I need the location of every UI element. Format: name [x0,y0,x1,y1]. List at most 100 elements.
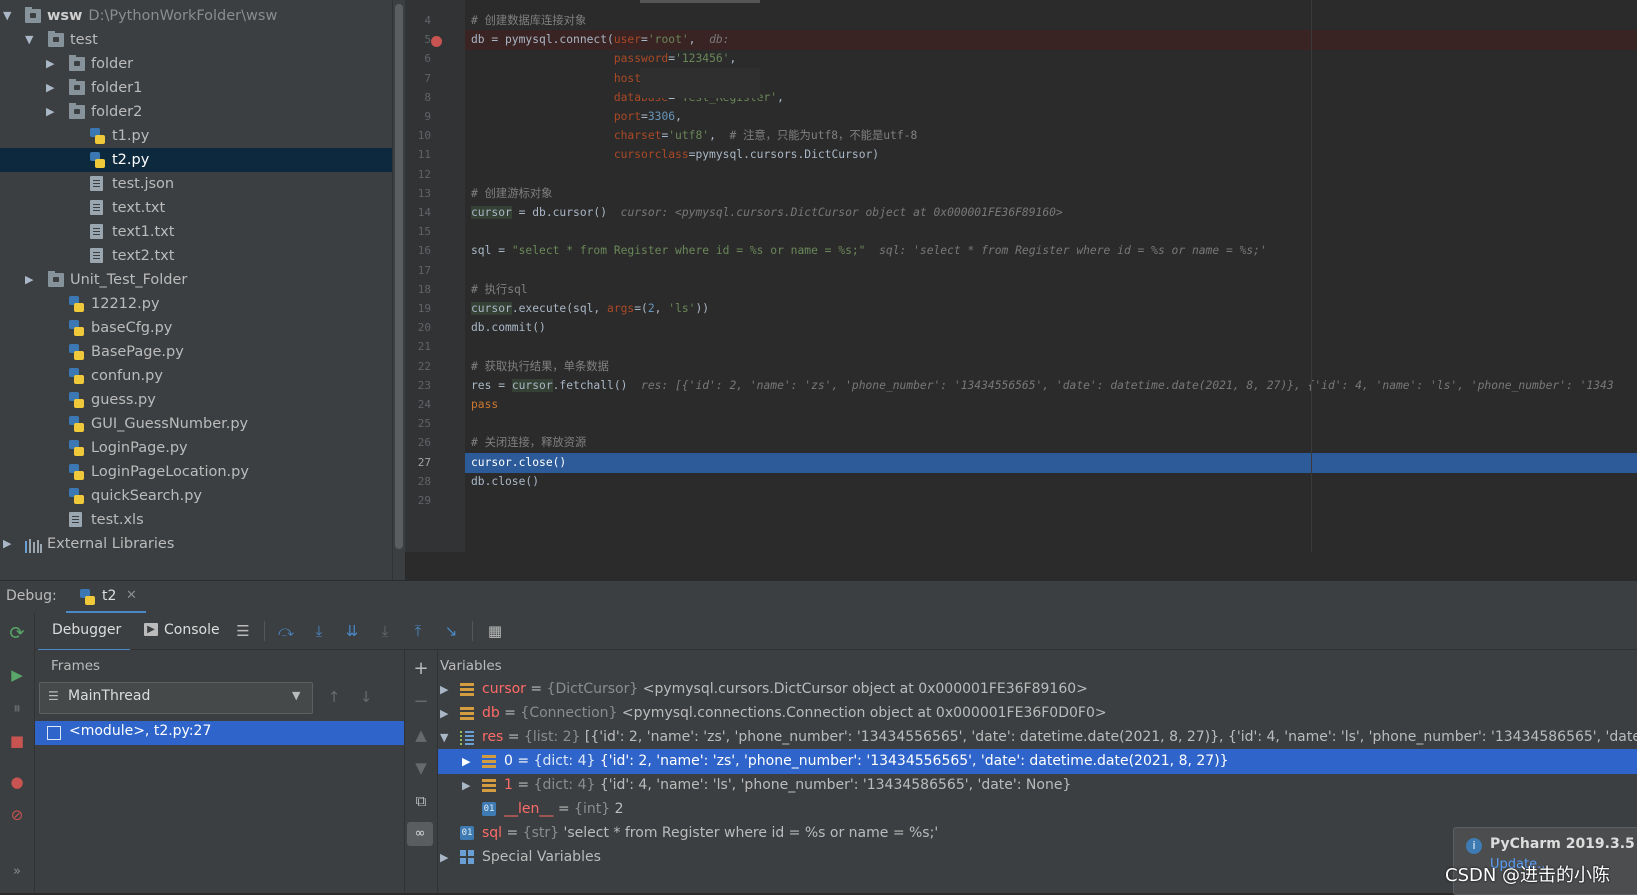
tree-item[interactable]: confun.py [0,364,392,388]
code-line[interactable]: charset='utf8', # 注意，只能为utf8，不能是utf-8 [465,126,1637,146]
code-line[interactable]: sql = "select * from Register where id =… [465,241,1637,261]
tree-item[interactable]: t2.py [0,148,392,172]
evaluate-expression-icon[interactable]: ▦ [484,620,506,642]
editor-scroll-indicator[interactable] [640,0,760,3]
variable-row[interactable]: ▶ cursor = {DictCursor} <pymysql.cursors.… [438,677,1637,702]
debug-tab-t2[interactable]: t2 ✕ [66,581,146,614]
tree-item[interactable]: quickSearch.py [0,484,392,508]
tree-item[interactable]: BasePage.py [0,340,392,364]
variable-row[interactable]: ▶ 0 = {dict: 4} {'id': 2, 'name': 'zs', '… [438,749,1637,774]
rerun-icon[interactable]: ⟳ [6,623,28,645]
tree-root[interactable]: ▼ wsw D:\PythonWorkFolder\wsw [0,4,392,28]
tree-item[interactable]: guess.py [0,388,392,412]
code-line[interactable]: res = cursor.fetchall() res: [{'id': 2, … [465,376,1637,396]
tree-item[interactable]: test.json [0,172,392,196]
collapse-arrow-icon[interactable]: ▼ [25,28,35,52]
variable-row[interactable]: ▶ db = {Connection} <pymysql.connections.… [438,701,1637,726]
code-line[interactable]: # 执行sql [465,280,1637,300]
code-line[interactable]: cursor.execute(sql, args=(2, 'ls')) [465,299,1637,319]
expand-arrow-icon[interactable]: ▶ [462,749,470,774]
expand-arrow-icon[interactable]: ▶ [46,52,56,76]
stop-icon[interactable]: ■ [6,730,28,752]
code-line[interactable]: # 获取执行结果，单条数据 [465,357,1637,377]
code-line[interactable]: pass [465,395,1637,415]
tree-item[interactable]: ▶ folder1 [0,76,392,100]
step-over-icon[interactable]: ⤼ [275,620,297,642]
tab-console[interactable]: ▶ Console [140,613,230,649]
tree-item-external-libraries[interactable]: ▶ External Libraries [0,532,392,556]
variable-row[interactable]: ▶ 1 = {dict: 4} {'id': 4, 'name': 'ls', '… [438,773,1637,798]
code-line[interactable]: cursorclass=pymysql.cursors.DictCursor) [465,145,1637,165]
tree-item[interactable]: baseCfg.py [0,316,392,340]
code-line[interactable]: port=3306, [465,107,1637,127]
close-icon[interactable]: ✕ [126,588,137,603]
mute-breakpoints-icon[interactable]: ⊘ [6,804,28,826]
tab-debugger[interactable]: Debugger [38,613,130,652]
expand-arrow-icon[interactable]: ▶ [46,76,56,100]
expand-arrow-icon[interactable]: ▶ [440,701,448,726]
move-up-icon[interactable]: ▲ [410,724,432,746]
frame-up-icon[interactable]: ↑ [323,686,345,708]
execution-line[interactable]: cursor.close() [465,452,1637,473]
code-line[interactable] [465,491,1637,511]
tree-item[interactable]: test.xls [0,508,392,532]
tree-item[interactable]: text1.txt [0,220,392,244]
more-icon[interactable]: » [6,861,28,883]
add-watch-icon[interactable]: + [410,658,432,680]
frame-down-icon[interactable]: ↓ [355,686,377,708]
resume-icon[interactable]: ▶ [6,664,28,686]
tree-item[interactable]: text2.txt [0,244,392,268]
frame-item[interactable]: <module>, t2.py:27 [35,721,404,745]
tree-item[interactable]: ▼ test [0,28,392,52]
breakpoint-line[interactable]: db = pymysql.connect(user='root', db: [465,30,1637,51]
collapse-arrow-icon[interactable]: ▼ [3,4,13,28]
code-line[interactable] [465,337,1637,357]
show-watches-icon[interactable]: ∞ [407,822,433,846]
expand-arrow-icon[interactable]: ▶ [462,773,470,798]
tree-item[interactable]: GUI_GuessNumber.py [0,412,392,436]
root-name: wsw [47,8,83,24]
tree-item[interactable]: LoginPageLocation.py [0,460,392,484]
tree-item[interactable]: text.txt [0,196,392,220]
remove-watch-icon[interactable]: − [410,691,432,713]
code-line[interactable]: db.commit() [465,318,1637,338]
tree-item[interactable]: t1.py [0,124,392,148]
code-line[interactable]: cursor = db.cursor() cursor: <pymysql.cu… [465,203,1637,223]
expand-arrow-icon[interactable]: ▶ [25,268,35,292]
code-line[interactable]: password='123456', [465,49,1637,69]
force-step-into-icon[interactable]: ⤓ [374,620,396,642]
collapse-arrow-icon[interactable]: ▼ [440,725,448,750]
code-line[interactable]: # 创建游标对象 [465,184,1637,204]
expand-arrow-icon[interactable]: ▶ [440,845,448,870]
variable-row[interactable]: ▼ res = {list: 2} [{'id': 2, 'name': 'zs'… [438,725,1637,750]
run-to-cursor-icon[interactable]: ↘ [440,620,462,642]
expand-arrow-icon[interactable]: ▶ [440,677,448,702]
scrollbar-thumb[interactable] [395,4,403,549]
breakpoint-icon[interactable] [431,36,442,47]
layout-menu-icon[interactable]: ☰ [232,620,254,642]
variable-row[interactable]: 01 __len__ = {int} 2 [438,797,1637,822]
tree-item[interactable]: 12212.py [0,292,392,316]
view-breakpoints-icon[interactable]: ● [6,771,28,793]
code-line[interactable] [465,165,1637,185]
code-line[interactable] [465,414,1637,434]
code-line[interactable]: # 创建数据库连接对象 [465,11,1637,31]
code-line[interactable] [465,261,1637,281]
copy-icon[interactable]: ⧉ [410,790,432,812]
thread-selector[interactable]: ☰ MainThread ▼ [39,682,313,714]
pause-icon[interactable]: ⏸ [6,697,28,719]
tree-item[interactable]: ▶ Unit_Test_Folder [0,268,392,292]
move-down-icon[interactable]: ▼ [410,757,432,779]
project-scrollbar[interactable] [392,0,405,580]
expand-arrow-icon[interactable]: ▶ [46,100,56,124]
step-into-icon[interactable]: ⤓ [308,620,330,642]
step-into-my-code-icon[interactable]: ⇊ [341,620,363,642]
tree-item[interactable]: ▶ folder [0,52,392,76]
tree-item[interactable]: ▶ folder2 [0,100,392,124]
code-line[interactable]: # 关闭连接，释放资源 [465,433,1637,453]
code-line[interactable]: db.close() [465,472,1637,492]
step-out-icon[interactable]: ⤒ [407,620,429,642]
expand-arrow-icon[interactable]: ▶ [3,532,13,556]
tree-item[interactable]: LoginPage.py [0,436,392,460]
code-line[interactable] [465,222,1637,242]
